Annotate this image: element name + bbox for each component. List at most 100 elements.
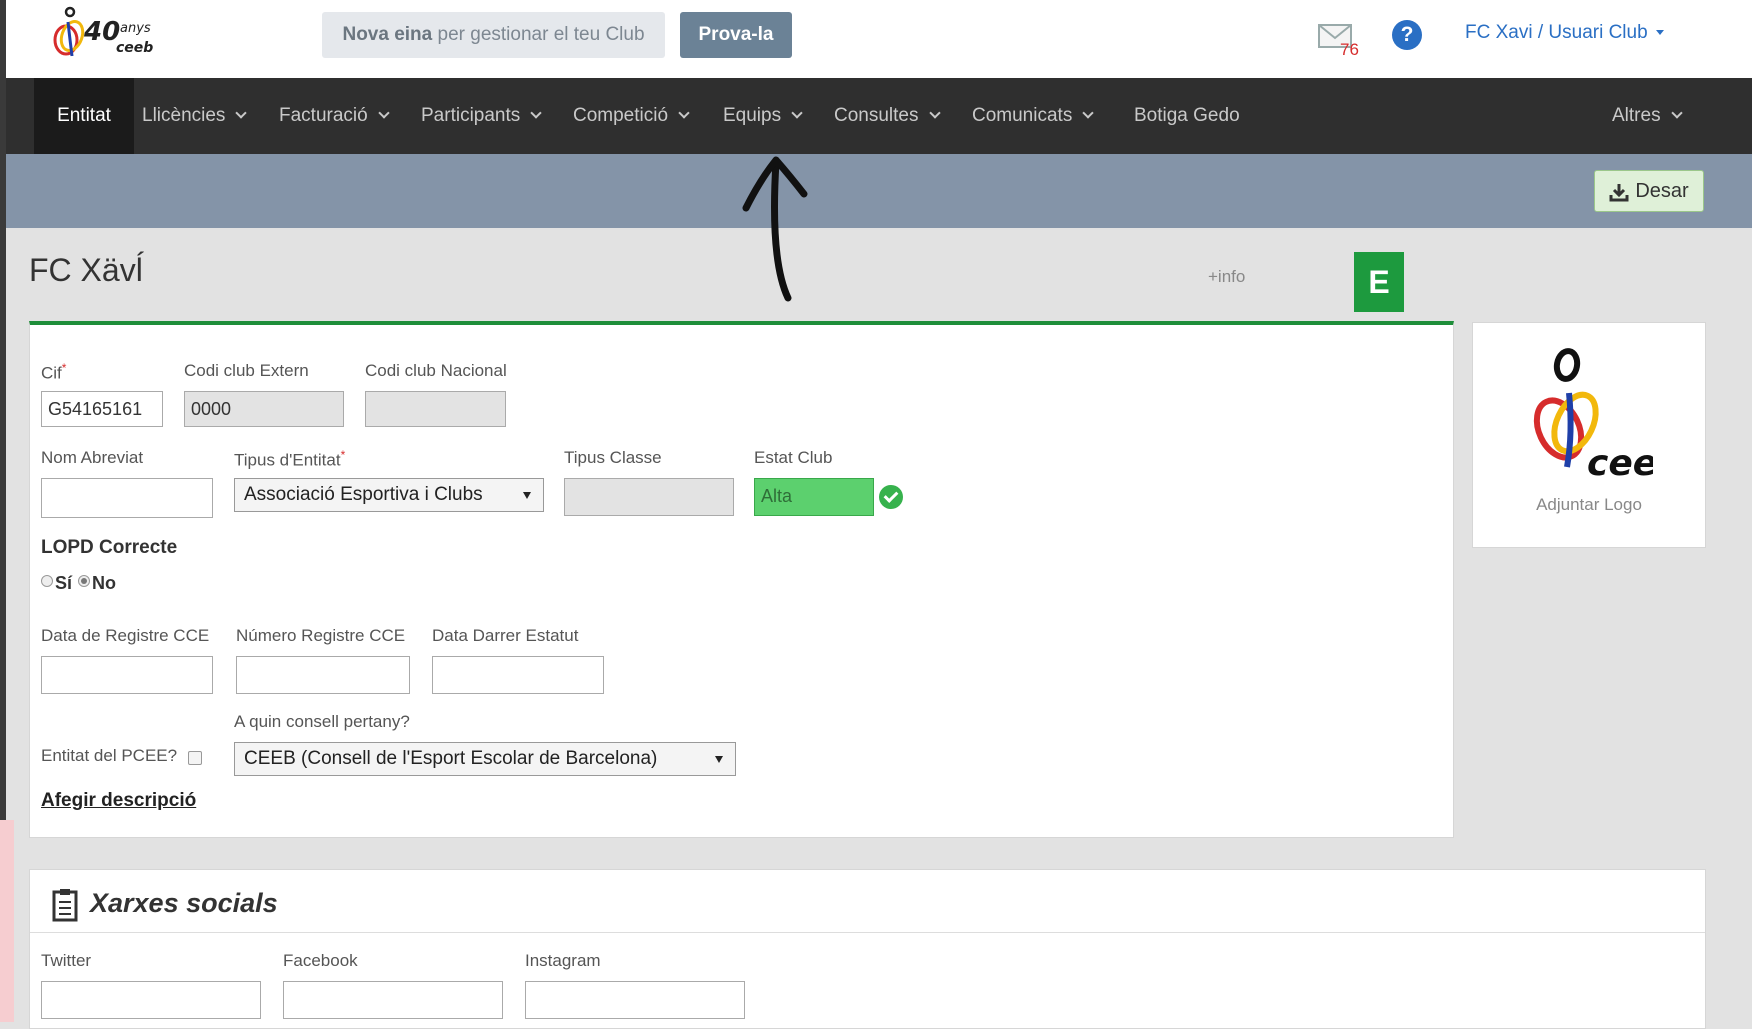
data-registre-label: Data de Registre CCE bbox=[41, 626, 210, 645]
nav-label: Equips bbox=[723, 105, 782, 126]
data-estatut-label: Data Darrer Estatut bbox=[432, 626, 579, 645]
lopd-no-label: No bbox=[92, 573, 116, 593]
nav-label: Entitat bbox=[57, 105, 111, 126]
nom-abreviat-label: Nom Abreviat bbox=[41, 448, 144, 467]
mail-count-badge: 76 bbox=[1340, 40, 1359, 59]
user-menu[interactable]: FC Xavi / Usuari Club bbox=[1465, 22, 1664, 44]
nav-label: Altres bbox=[1612, 105, 1661, 126]
data-estatut-field[interactable] bbox=[432, 656, 604, 694]
pcee-checkbox[interactable] bbox=[188, 751, 202, 765]
consell-select[interactable]: CEEB (Consell de l'Esport Escolar de Bar… bbox=[234, 742, 736, 776]
tipus-entitat-select[interactable]: Associació Esportiva i Clubs bbox=[234, 478, 544, 512]
dropdown-arrow-icon bbox=[715, 756, 723, 763]
chevron-down-icon bbox=[1082, 107, 1094, 119]
tipus-classe-field[interactable] bbox=[564, 478, 734, 516]
tipus-entitat-label-text: Tipus d'Entitat bbox=[234, 450, 341, 470]
more-info-link[interactable]: +info bbox=[1208, 267, 1245, 287]
estat-club-label: Estat Club bbox=[754, 448, 833, 467]
codi-nacional-label: Codi club Nacional bbox=[365, 361, 507, 380]
top-header: 40 anys ceeb Nova eina per gestionar el … bbox=[6, 0, 1752, 78]
dropdown-arrow-icon bbox=[523, 492, 531, 499]
attach-logo-label[interactable]: Adjuntar Logo bbox=[1473, 495, 1705, 515]
lopd-label: LOPD Correcte bbox=[41, 537, 178, 558]
chevron-down-icon bbox=[928, 107, 941, 119]
facebook-field[interactable] bbox=[283, 981, 503, 1019]
svg-text:40: 40 bbox=[83, 17, 120, 47]
save-button[interactable]: Desar bbox=[1594, 170, 1704, 212]
codi-extern-label: Codi club Extern bbox=[184, 361, 309, 380]
chevron-down-icon bbox=[235, 107, 248, 119]
action-toolbar bbox=[6, 154, 1752, 228]
user-menu-label: FC Xavi / Usuari Club bbox=[1465, 22, 1648, 43]
document-icon bbox=[52, 889, 78, 922]
twitter-field[interactable] bbox=[41, 981, 261, 1019]
nav-equips[interactable]: Equips bbox=[723, 78, 803, 154]
twitter-label: Twitter bbox=[41, 951, 92, 970]
promo-banner: Nova eina per gestionar el teu Club bbox=[322, 12, 665, 58]
nav-label: Llicències bbox=[142, 105, 226, 126]
chevron-down-icon bbox=[530, 107, 542, 119]
svg-text:anys: anys bbox=[120, 21, 151, 36]
estat-club-field[interactable]: Alta bbox=[754, 478, 874, 516]
lopd-yes-label: Sí bbox=[55, 573, 73, 593]
add-description-link[interactable]: Afegir descripció bbox=[41, 790, 196, 812]
numero-registre-field[interactable] bbox=[236, 656, 410, 694]
nav-consultes[interactable]: Consultes bbox=[834, 78, 941, 154]
ceeb-logo: ceeb bbox=[1533, 348, 1653, 484]
nav-llicencies[interactable]: Llicències bbox=[142, 78, 248, 154]
nav-botiga-gedo[interactable]: Botiga Gedo bbox=[1134, 78, 1240, 154]
pcee-label: Entitat del PCEE? bbox=[41, 746, 178, 765]
lopd-no-radio[interactable] bbox=[78, 575, 90, 587]
tipus-entitat-value: Associació Esportiva i Clubs bbox=[244, 484, 483, 505]
cif-label-text: Cif bbox=[41, 363, 62, 383]
tipus-classe-label: Tipus Classe bbox=[564, 448, 662, 467]
nav-label: Facturació bbox=[279, 105, 368, 126]
social-title: Xarxes socials bbox=[90, 888, 278, 918]
ceeb-40-anys-logo[interactable]: 40 anys ceeb bbox=[46, 4, 166, 70]
promo-bold: Nova eina bbox=[342, 24, 433, 45]
chevron-down-icon bbox=[378, 107, 390, 119]
nav-participants[interactable]: Participants bbox=[421, 78, 542, 154]
chevron-down-icon bbox=[678, 107, 690, 119]
entity-badge: E bbox=[1354, 252, 1404, 312]
tipus-entitat-label: Tipus d'Entitat* bbox=[234, 448, 346, 470]
nom-abreviat-field[interactable] bbox=[41, 478, 213, 518]
annotation-arrow bbox=[742, 156, 808, 302]
window-edge-accent bbox=[0, 820, 14, 1022]
data-registre-field[interactable] bbox=[41, 656, 213, 694]
consell-label: A quin consell pertany? bbox=[234, 712, 410, 731]
chevron-down-icon bbox=[791, 107, 803, 119]
codi-nacional-field[interactable] bbox=[365, 391, 506, 427]
page-title: FC Xävĺ bbox=[29, 252, 143, 288]
check-circle-icon bbox=[879, 485, 903, 509]
instagram-label: Instagram bbox=[525, 951, 601, 970]
help-icon[interactable]: ? bbox=[1392, 20, 1422, 50]
promo-text: per gestionar el teu Club bbox=[432, 24, 645, 45]
svg-text:ceeb: ceeb bbox=[116, 40, 153, 56]
logo-graphic: 40 anys ceeb bbox=[53, 6, 153, 57]
cif-field[interactable]: G54165161 bbox=[41, 391, 163, 427]
nav-label: Botiga Gedo bbox=[1134, 105, 1240, 126]
numero-registre-label: Número Registre CCE bbox=[236, 626, 406, 645]
codi-extern-field[interactable]: 0000 bbox=[184, 391, 344, 427]
caret-down-icon bbox=[1655, 30, 1664, 36]
nav-facturacio[interactable]: Facturació bbox=[279, 78, 390, 154]
chevron-down-icon bbox=[1670, 107, 1683, 119]
club-logo-card[interactable]: ceeb Adjuntar Logo bbox=[1472, 322, 1706, 548]
nav-entitat[interactable]: Entitat bbox=[34, 78, 134, 154]
facebook-label: Facebook bbox=[283, 951, 358, 970]
nav-label: Competició bbox=[573, 105, 669, 126]
lopd-yes-radio[interactable] bbox=[41, 575, 53, 587]
main-nav: Entitat Llicències Facturació Participan… bbox=[6, 78, 1752, 154]
instagram-field[interactable] bbox=[525, 981, 745, 1019]
social-networks-panel: Xarxes socials Twitter Facebook Instagra… bbox=[29, 869, 1706, 1029]
try-button[interactable]: Prova-la bbox=[680, 12, 792, 58]
nav-comunicats[interactable]: Comunicats bbox=[972, 78, 1094, 154]
cif-label: Cif* bbox=[41, 361, 67, 383]
nav-label: Consultes bbox=[834, 105, 919, 126]
logo-wordmark: ceeb bbox=[1587, 443, 1653, 484]
nav-competicio[interactable]: Competició bbox=[573, 78, 690, 154]
nav-altres[interactable]: Altres bbox=[1612, 78, 1683, 154]
save-label: Desar bbox=[1635, 180, 1689, 202]
nav-label: Participants bbox=[421, 105, 521, 126]
